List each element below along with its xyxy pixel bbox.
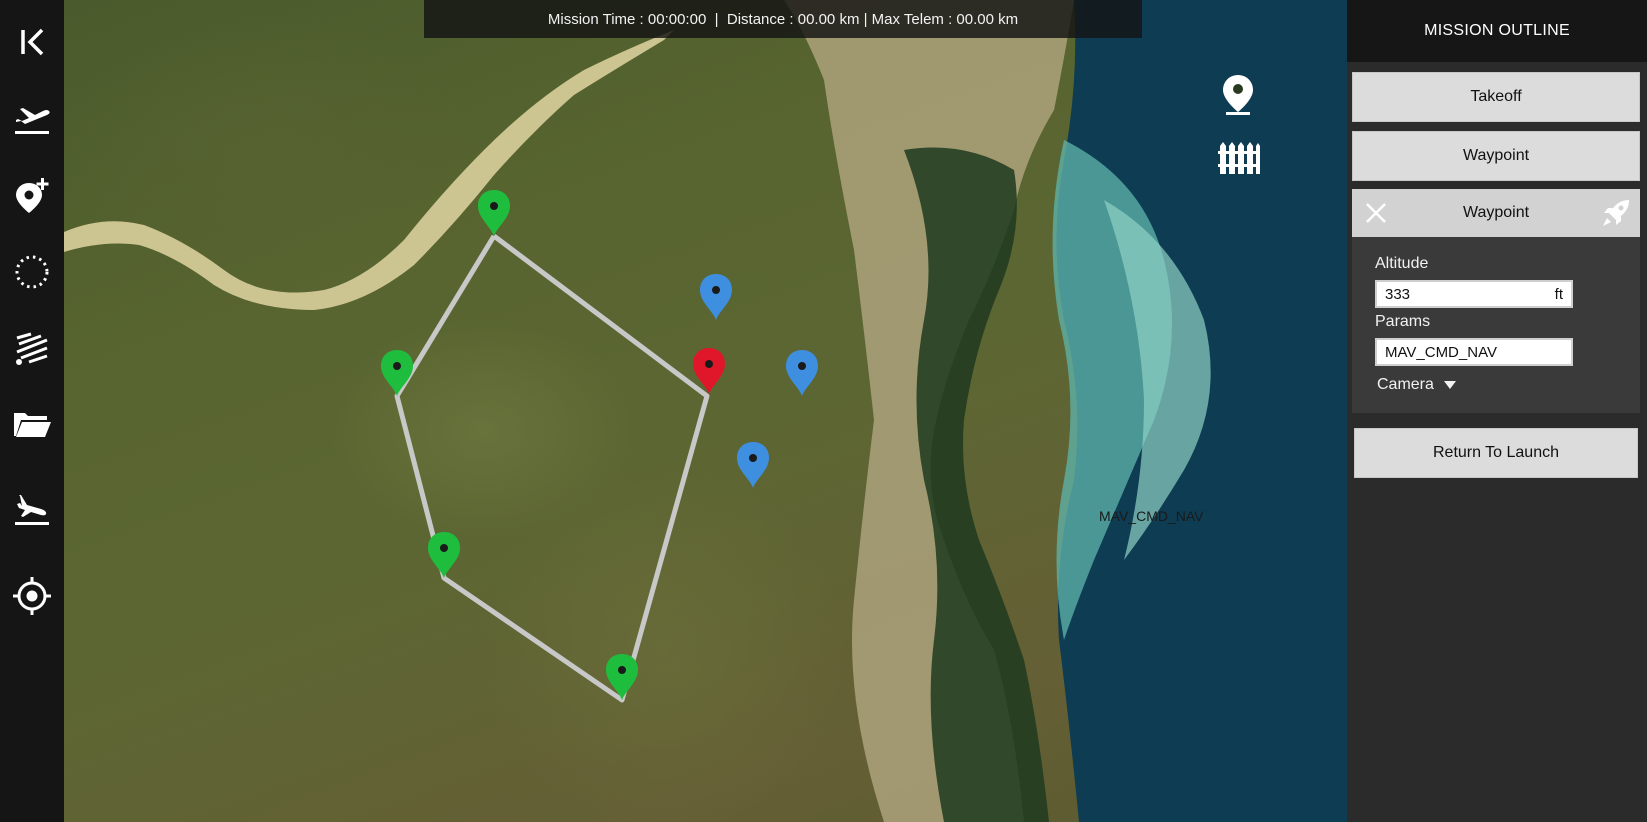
mission-path-line <box>394 234 710 703</box>
collapse-icon <box>21 28 44 56</box>
river <box>64 30 674 310</box>
mission-markers[interactable] <box>381 190 818 700</box>
map-pin-icon <box>381 350 413 396</box>
mission-path <box>394 234 710 703</box>
land-button[interactable] <box>8 484 56 532</box>
separator: | <box>859 10 872 28</box>
circle-pattern-button[interactable] <box>8 248 56 296</box>
map-pin-dot <box>490 202 498 210</box>
map-pin-icon <box>786 350 818 396</box>
map-pin-dot <box>749 454 757 462</box>
left-toolbar <box>0 0 64 822</box>
rocket-icon <box>1603 200 1629 226</box>
expanded-item-label: Waypoint <box>1462 204 1530 221</box>
distance: Distance : 00.00 km <box>726 10 860 28</box>
camera-label: Camera <box>1377 376 1434 393</box>
close-icon <box>1366 203 1386 223</box>
land-icon <box>15 495 49 525</box>
return-to-launch-button[interactable]: Return To Launch <box>1354 428 1638 478</box>
mission-time: Mission Time : 00:00:00 <box>547 10 707 28</box>
map-pin-dot <box>440 544 448 552</box>
camera-dropdown[interactable]: Camera <box>1377 376 1456 394</box>
locate-button[interactable] <box>8 572 56 620</box>
map-pin-icon <box>1223 75 1253 115</box>
map-marker-blue-8[interactable] <box>737 442 769 488</box>
map-marker-blue-7[interactable] <box>786 350 818 396</box>
map-label: MAV_CMD_NAV <box>1099 508 1204 524</box>
map-pin-icon <box>700 274 732 320</box>
map-pin-icon <box>478 190 510 236</box>
map-marker-green-1[interactable] <box>478 190 510 236</box>
params-field[interactable] <box>1375 338 1573 366</box>
map-pin-dot <box>393 362 401 370</box>
delete-item-button[interactable] <box>1360 197 1392 229</box>
open-folder-button[interactable] <box>8 400 56 448</box>
chevron-down-icon <box>1443 381 1456 389</box>
target-icon <box>13 577 51 615</box>
altitude-unit: ft <box>1554 285 1563 303</box>
add-waypoint-icon <box>16 178 49 213</box>
panel-title: MISSION OUTLINE <box>1347 0 1647 62</box>
map-pin-icon <box>428 532 460 578</box>
collapse-button[interactable] <box>8 18 56 66</box>
params-label: Params <box>1375 313 1431 330</box>
geofence-icon <box>1218 142 1260 174</box>
mission-stats-bar: Mission Time : 00:00:00 | Distance : 00.… <box>424 0 1142 38</box>
circle-pattern-icon <box>15 255 49 289</box>
map-canvas[interactable] <box>64 0 1347 822</box>
mission-outline-panel: MISSION OUTLINE Takeoff Waypoint Waypoin… <box>1347 0 1647 822</box>
expanded-item-header[interactable]: Waypoint <box>1352 189 1640 237</box>
mission-item-expanded: Waypoint Altitude ft Params Camera <box>1352 189 1640 413</box>
takeoff-icon <box>15 108 50 134</box>
map-pin-button[interactable] <box>1214 70 1262 118</box>
map-pin-dot <box>712 286 720 294</box>
map-view[interactable]: MAV_CMD_NAV Mission Time : 00:00:00 | Di… <box>64 0 1347 822</box>
map-marker-green-2[interactable] <box>381 350 413 396</box>
map-marker-blue-6[interactable] <box>700 274 732 320</box>
map-pin-icon <box>737 442 769 488</box>
altitude-input[interactable] <box>1385 285 1551 303</box>
map-marker-green-3[interactable] <box>428 532 460 578</box>
map-pin-dot <box>798 362 806 370</box>
altitude-label: Altitude <box>1375 255 1429 272</box>
max-telem: Max Telem : 00.00 km <box>871 10 1019 28</box>
folder-icon <box>14 413 51 437</box>
separator: | <box>706 10 727 28</box>
takeoff-button[interactable] <box>8 94 56 142</box>
add-waypoint-button[interactable] <box>8 172 56 220</box>
survey-pattern-icon <box>16 332 48 365</box>
map-pin-dot <box>705 360 713 368</box>
map-pin-dot <box>618 666 626 674</box>
mission-item-takeoff[interactable]: Takeoff <box>1352 72 1640 122</box>
geofence-button[interactable] <box>1214 134 1262 182</box>
altitude-field[interactable]: ft <box>1375 280 1573 308</box>
survey-pattern-button[interactable] <box>8 325 56 373</box>
mission-item-waypoint[interactable]: Waypoint <box>1352 131 1640 181</box>
params-input[interactable] <box>1385 343 1563 361</box>
jump-to-item-button[interactable] <box>1598 195 1634 231</box>
